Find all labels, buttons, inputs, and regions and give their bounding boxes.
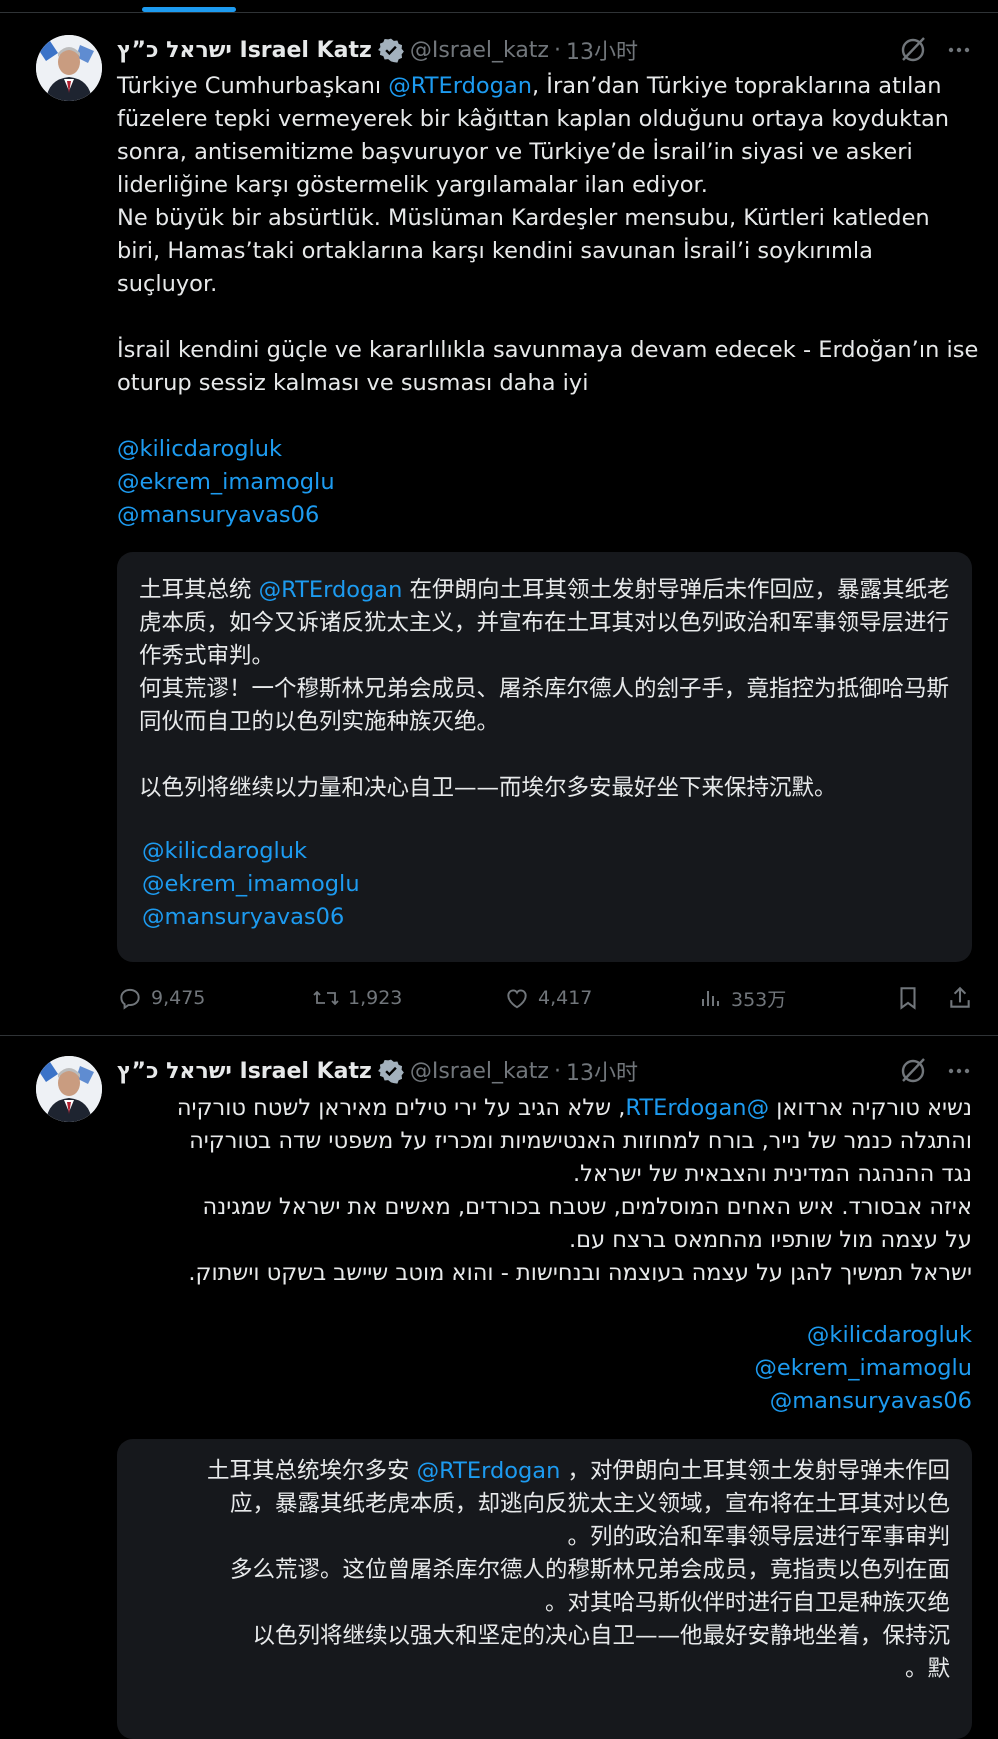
tweet-text-segment: , İran’dan Türkiye topraklarına atılan f… [117,73,979,396]
separator-dot: · [553,37,561,63]
mention-link[interactable]: @ekrem_imamoglu [117,466,335,499]
tweet[interactable]: ישראל כ”ץ Israel Katz @Israel_katz · 13小… [0,1036,998,1739]
verified-badge-icon [377,1058,404,1084]
translation-line: 。默 [904,1656,950,1682]
translation-segment: 土耳其总统 [139,577,259,603]
tweet-text: נשיא טורקיה ארדואן @RTErdogan, שלא הגיב … [102,1092,972,1290]
mention-link[interactable]: @kilicdarogluk [142,835,360,868]
timestamp[interactable]: 13小时 [566,1055,638,1087]
reply-count: 9,475 [151,987,206,1009]
tweet-text-line: נגד ההנהגה המדינית והצבאית של ישראל. [573,1161,972,1187]
tweet-text-line: נשיא טורקיה ארדואן @RTErdogan, שלא הגיב … [102,1092,972,1125]
timestamp[interactable]: 13小时 [566,34,638,66]
bookmark-button[interactable] [895,981,929,1015]
avatar[interactable] [36,35,102,101]
mention-link[interactable]: @ekrem_imamoglu [754,1352,972,1385]
translation-line: 多么荒谬。这位曾屠杀库尔德人的穆斯林兄弟会成员，竟指责以色列在面 [229,1557,950,1583]
tweet-text-segment: , שלא הגיב על ירי טילים מאיראן לשטח טורק… [176,1095,626,1121]
display-name[interactable]: ישראל כ”ץ Israel Katz [117,1059,372,1084]
analytics-icon [702,991,719,1006]
retweet-button[interactable]: 1,923 [312,981,402,1015]
user-handle[interactable]: @Israel_katz [410,38,549,63]
mention-link[interactable]: @mansuryavas06 [142,901,360,934]
translation-line: 土耳其总统埃尔多安 @RTErdogan ，对伊朗向土耳其领土发射导弹未作回 [130,1455,950,1488]
mention-link[interactable]: @RTErdogan [417,1458,561,1484]
mention-link[interactable]: @RTErdogan [388,73,532,99]
share-icon [950,986,970,1008]
translation-text: 土耳其总统埃尔多安 @RTErdogan ，对伊朗向土耳其领土发射导弹未作回 应… [130,1455,950,1686]
tweet-text-segment: Türkiye Cumhurbaşkanı [117,73,389,99]
translation-line: 。对其哈马斯伙伴时进行自卫是种族灭绝 [544,1590,950,1616]
display-name[interactable]: ישראל כ”ץ Israel Katz [117,38,372,63]
translation-segment: 在伊朗向土耳其领土发射导弹后未作回应，暴露其纸老虎本质，如今又诉诸反犹太主义，并… [139,577,950,801]
translation-segment: ，对伊朗向土耳其领土发射导弹未作回 [560,1458,950,1484]
more-options-icon[interactable] [944,1056,974,1086]
translation-line: 以色列将继续以强大和坚定的决心自卫——他最好安静地坐着，保持沉 [252,1623,950,1649]
reply-icon [120,988,140,1010]
separator-dot: · [553,1058,561,1084]
mention-link[interactable]: @mansuryavas06 [754,1385,972,1418]
mention-link[interactable]: @RTErdogan [259,577,403,603]
mention-link[interactable]: @RTErdogan [625,1095,769,1121]
view-count: 353万 [731,988,787,1011]
more-options-icon[interactable] [944,35,974,65]
tweet-text: Türkiye Cumhurbaşkanı @RTErdogan, İran’d… [117,70,979,400]
tweet-text-line: והתגלה כנמר של נייר, בורח למחוזות האנטיש… [189,1128,972,1154]
heart-icon [507,989,527,1009]
tweet-text-line: על עצמה מול שותפיו מהחמאס ברצח עם. [568,1227,972,1253]
translation-line: 应，暴露其纸老虎本质，却逃向反犹太主义领域，宣布将在土耳其对以色 [229,1491,950,1517]
mention-link[interactable]: @mansuryavas06 [117,499,335,532]
like-button[interactable]: 4,417 [504,981,592,1015]
translation-line: 。列的政治和军事领导层进行军事审判 [567,1524,950,1550]
tweet-text-line: ישראל תמשיך להגן על עצמה בעוצמה ובנחישות… [188,1260,972,1286]
translation-mention-list: @kilicdarogluk @ekrem_imamoglu @mansurya… [142,835,360,934]
mention-link[interactable]: @kilicdarogluk [754,1319,972,1352]
views-button[interactable]: 353万 [699,981,786,1015]
retweet-count: 1,923 [348,987,403,1009]
reply-button[interactable]: 9,475 [117,981,205,1015]
translation-box: 土耳其总统 @RTErdogan 在伊朗向土耳其领土发射导弹后未作回应，暴露其纸… [117,552,972,962]
tweet[interactable]: ישראל כ”ץ Israel Katz @Israel_katz · 13小… [0,13,998,1036]
verified-badge-icon [377,37,404,63]
tweet-text-segment: נשיא טורקיה ארדואן [769,1095,972,1121]
tweet-header: ישראל כ”ץ Israel Katz @Israel_katz · 13小… [117,33,638,67]
tweet-header: ישראל כ”ץ Israel Katz @Israel_katz · 13小… [117,1054,638,1088]
mention-link[interactable]: @ekrem_imamoglu [142,868,360,901]
grok-icon[interactable] [898,1056,928,1086]
bookmark-icon [900,987,916,1010]
avatar[interactable] [36,1056,102,1122]
translation-text: 土耳其总统 @RTErdogan 在伊朗向土耳其领土发射导弹后未作回应，暴露其纸… [139,574,954,805]
action-bar: 9,475 1,923 4,417 353万 [117,981,972,1015]
user-handle[interactable]: @Israel_katz [410,1059,549,1084]
grok-icon[interactable] [898,35,928,65]
translation-segment: 土耳其总统埃尔多安 [206,1458,417,1484]
retweet-icon [313,990,339,1006]
translation-box: 土耳其总统埃尔多安 @RTErdogan ，对伊朗向土耳其领土发射导弹未作回 应… [117,1439,972,1739]
mention-list: @kilicdarogluk @ekrem_imamoglu @mansurya… [754,1319,972,1418]
share-button[interactable] [947,981,981,1015]
tweet-text-line: איזה אבסורד. איש האחים המוסלמים, שטבח בכ… [202,1194,972,1220]
mention-link[interactable]: @kilicdarogluk [117,433,335,466]
like-count: 4,417 [538,987,593,1009]
mention-list: @kilicdarogluk @ekrem_imamoglu @mansurya… [117,433,335,532]
